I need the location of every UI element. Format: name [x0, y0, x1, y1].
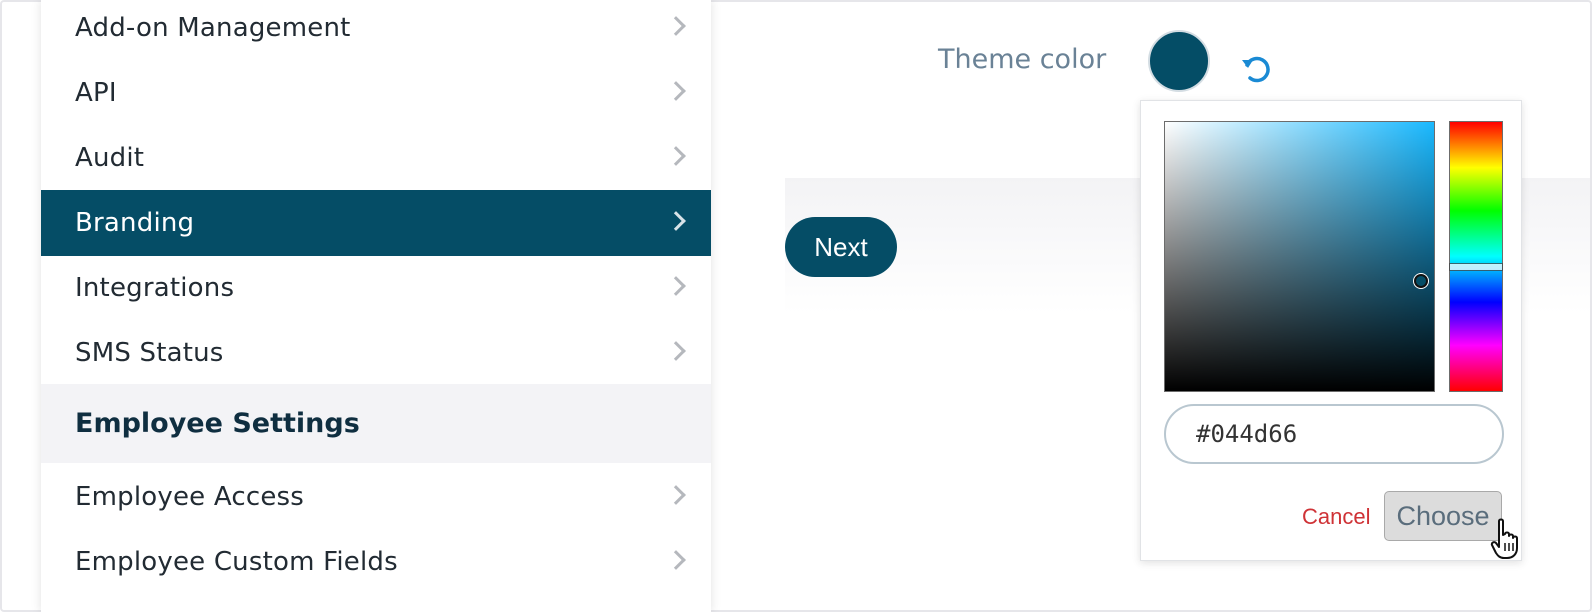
sidebar-item-label: Employee Access	[75, 482, 305, 512]
chevron-right-icon	[666, 16, 686, 36]
sidebar-item-sms-status[interactable]: SMS Status	[41, 320, 711, 386]
reset-icon	[1242, 56, 1270, 83]
next-button[interactable]: Next	[785, 217, 897, 277]
hue-slider-handle[interactable]	[1449, 263, 1503, 272]
theme-color-label: Theme color	[938, 44, 1107, 75]
chevron-right-icon	[666, 211, 686, 231]
hue-slider[interactable]	[1449, 121, 1503, 392]
sidebar-item-label: SMS Status	[75, 338, 224, 368]
sidebar-item-label: Add-on Management	[75, 13, 351, 43]
sidebar-item-api[interactable]: API	[41, 60, 711, 126]
saturation-brightness-area[interactable]	[1164, 121, 1435, 392]
sidebar-item-integrations[interactable]: Integrations	[41, 255, 711, 321]
chevron-right-icon	[666, 146, 686, 166]
sidebar-item-add-on-management[interactable]: Add-on Management	[41, 0, 711, 61]
choose-button[interactable]: Choose	[1384, 491, 1502, 541]
cancel-button[interactable]: Cancel	[1302, 504, 1370, 530]
hand-pointer-icon	[1490, 518, 1518, 559]
sidebar-item-employee-access[interactable]: Employee Access	[41, 464, 711, 530]
chevron-right-icon	[666, 485, 686, 505]
theme-color-swatch[interactable]	[1148, 30, 1210, 92]
section-header-label: Employee Settings	[75, 408, 360, 439]
reset-color-button[interactable]	[1238, 50, 1276, 88]
settings-sidebar: Add-on Management API Audit Branding Int…	[41, 0, 711, 612]
chevron-right-icon	[666, 341, 686, 361]
sidebar-item-audit[interactable]: Audit	[41, 125, 711, 191]
sidebar-item-label: Branding	[75, 208, 195, 238]
sidebar-item-branding[interactable]: Branding	[41, 190, 711, 256]
sidebar-item-employee-custom-fields[interactable]: Employee Custom Fields	[41, 529, 711, 595]
sidebar-item-label: Employee Custom Fields	[75, 547, 398, 577]
sidebar-item-label: Audit	[75, 143, 145, 173]
chevron-right-icon	[666, 550, 686, 570]
color-selector-handle[interactable]	[1413, 273, 1428, 288]
sidebar-item-label: Integrations	[75, 273, 235, 303]
chevron-right-icon	[666, 81, 686, 101]
sidebar-item-label: API	[75, 78, 117, 108]
chevron-right-icon	[666, 276, 686, 296]
section-header-employee-settings: Employee Settings	[41, 384, 711, 463]
hex-color-input[interactable]	[1164, 404, 1504, 464]
